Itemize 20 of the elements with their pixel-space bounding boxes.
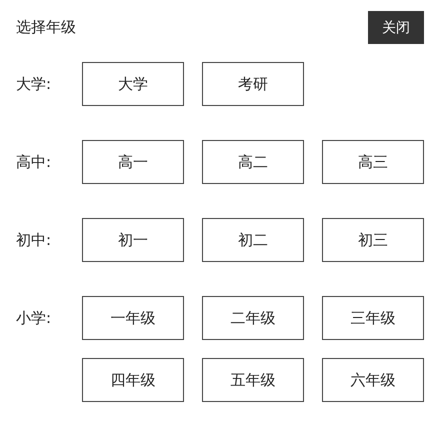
dialog-title: 选择年级 — [16, 18, 76, 37]
grade-option[interactable]: 考研 — [202, 62, 304, 106]
grade-option[interactable]: 大学 — [82, 62, 184, 106]
group-label: 大学: — [16, 74, 52, 94]
grade-option[interactable]: 高二 — [202, 140, 304, 184]
group-label: 初中: — [16, 230, 52, 250]
grade-option[interactable]: 六年级 — [322, 358, 424, 402]
grade-option[interactable]: 一年级 — [82, 296, 184, 340]
grade-option[interactable]: 初一 — [82, 218, 184, 262]
grade-option[interactable]: 四年级 — [82, 358, 184, 402]
grade-option[interactable]: 高一 — [82, 140, 184, 184]
grade-option[interactable]: 初二 — [202, 218, 304, 262]
grade-option[interactable]: 初三 — [322, 218, 424, 262]
group-label: 高中: — [16, 152, 52, 172]
grade-option[interactable]: 二年级 — [202, 296, 304, 340]
close-button[interactable]: 关闭 — [368, 11, 424, 44]
group-label: 小学: — [16, 308, 52, 328]
grade-option[interactable]: 高三 — [322, 140, 424, 184]
grade-option[interactable]: 三年级 — [322, 296, 424, 340]
grade-option[interactable]: 五年级 — [202, 358, 304, 402]
